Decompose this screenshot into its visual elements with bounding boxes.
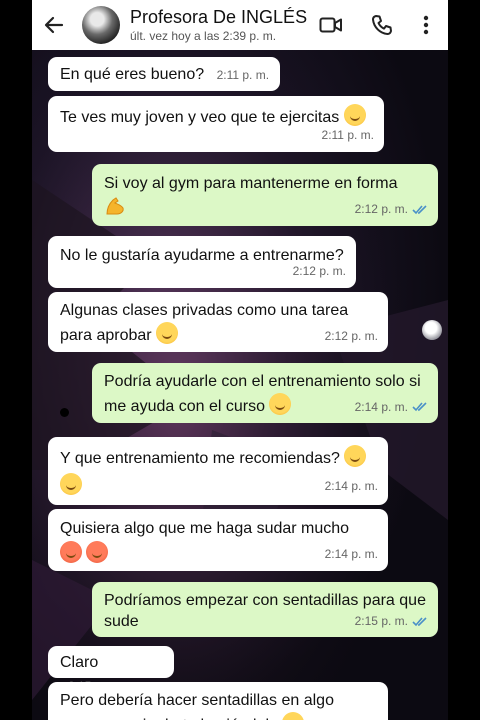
double-check-icon	[412, 616, 427, 626]
smirking-face-emoji-icon	[60, 473, 82, 495]
phone-icon	[372, 15, 392, 35]
chat-header: Profesora De INGLÉS últ. vez hoy a las 2…	[32, 0, 448, 50]
message-time: 2:14 p. m.	[324, 547, 378, 561]
message-incoming[interactable]: Quisiera algo que me haga sudar mucho 2:…	[48, 509, 388, 571]
message-time: 2:14 p. m.	[355, 396, 428, 418]
contact-name: Profesora De INGLÉS	[130, 7, 308, 27]
message-text: Algunas clases privadas como una tarea p…	[60, 302, 349, 344]
smirking-face-emoji-icon	[156, 322, 179, 344]
wallpaper-dot	[60, 408, 69, 417]
message-outgoing[interactable]: Podríamos empezar con sentadillas para q…	[92, 582, 438, 637]
hot-face-emoji-icon	[60, 541, 82, 563]
last-seen-status: últ. vez hoy a las 2:39 p. m.	[130, 29, 277, 43]
double-check-icon	[412, 204, 427, 214]
message-incoming[interactable]: Pero debería hacer sentadillas en algo s…	[48, 682, 388, 720]
hot-face-emoji-icon	[86, 541, 109, 563]
message-time: 2:14 p. m.	[324, 479, 378, 493]
more-options-button[interactable]	[409, 8, 443, 42]
message-text: Claro	[60, 654, 99, 671]
message-incoming[interactable]: Te ves muy joven y veo que te ejercitas …	[48, 96, 384, 152]
chat-screen: Profesora De INGLÉS últ. vez hoy a las 2…	[32, 0, 448, 720]
smirking-face-emoji-icon	[282, 712, 305, 720]
message-text: En qué eres bueno?	[60, 66, 205, 83]
more-options-icon	[423, 15, 429, 35]
thinking-face-emoji-icon	[344, 445, 367, 467]
video-call-button[interactable]	[314, 8, 348, 42]
smiling-face-emoji-icon	[343, 104, 366, 126]
message-text: Quisiera algo que me haga sudar mucho	[60, 520, 350, 537]
back-arrow-icon	[44, 16, 64, 34]
message-text: Te ves muy joven y veo que te ejercitas	[60, 109, 340, 126]
floating-button-dot[interactable]	[422, 320, 442, 340]
message-time: 2:11 p. m.	[216, 68, 270, 82]
message-incoming[interactable]: No le gustaría ayudarme a entrenarme? 2:…	[48, 236, 356, 288]
message-text: Y que entrenamiento me recomiendas?	[60, 450, 340, 467]
voice-call-button[interactable]	[365, 8, 399, 42]
contact-info[interactable]: Profesora De INGLÉS últ. vez hoy a las 2…	[130, 6, 307, 44]
video-call-icon	[319, 17, 342, 33]
message-time: 2:12 p. m.	[292, 264, 346, 278]
message-time: 2:12 p. m.	[324, 329, 378, 343]
message-incoming[interactable]: En qué eres bueno? 2:11 p. m.	[48, 57, 280, 91]
message-text: Si voy al gym para mantenerme en forma	[104, 175, 398, 192]
message-outgoing[interactable]: Podría ayudarle con el entrenamiento sol…	[92, 363, 438, 423]
smirking-face-emoji-icon	[269, 393, 292, 415]
double-check-icon	[412, 402, 427, 412]
message-time: 2:12 p. m.	[355, 198, 428, 221]
message-incoming[interactable]: Algunas clases privadas como una tarea p…	[48, 292, 388, 352]
message-time: 2:11 p. m.	[321, 128, 374, 142]
flexed-biceps-emoji-icon	[104, 195, 126, 217]
message-incoming[interactable]: Claro 2:15 p. m.	[48, 646, 174, 693]
message-incoming[interactable]: Y que entrenamiento me recomiendas? 2:14…	[48, 437, 388, 505]
message-time: 2:15 p. m.	[355, 611, 428, 632]
back-button[interactable]	[32, 0, 76, 50]
message-outgoing[interactable]: Si voy al gym para mantenerme en forma 2…	[92, 164, 438, 226]
contact-avatar[interactable]	[82, 6, 120, 44]
